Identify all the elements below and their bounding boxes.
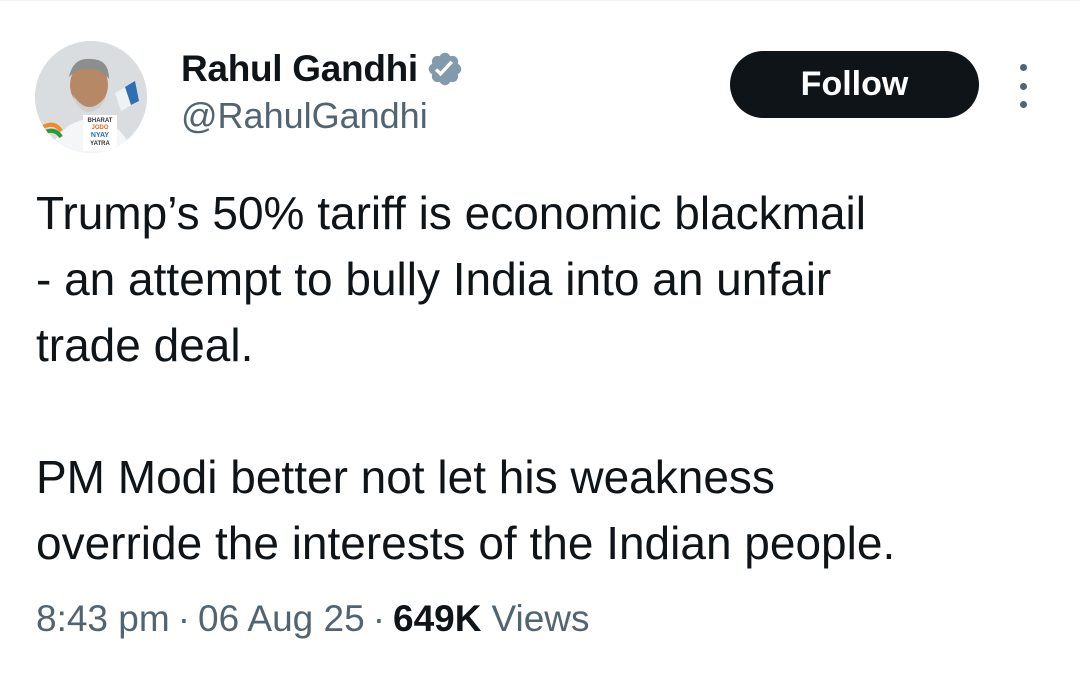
more-dot	[1019, 82, 1027, 90]
views-count: 649K	[393, 598, 482, 639]
more-dot	[1019, 64, 1027, 71]
more-dot	[1019, 101, 1027, 108]
author-name-row: Rahul Gandhi	[181, 45, 464, 93]
follow-button[interactable]: Follow	[730, 51, 979, 118]
tweet-paragraph-2: PM Modi better not let his weakness over…	[36, 451, 896, 569]
tweet-paragraph-1: Trump’s 50% tariff is economic blackmail…	[36, 187, 866, 371]
display-name[interactable]: Rahul Gandhi	[181, 48, 418, 90]
top-divider	[0, 0, 1080, 1]
meta-separator: ·	[177, 598, 191, 639]
avatar-badge-line-3: NYAY	[91, 132, 109, 139]
avatar-badge-line-1: BHARAT	[88, 118, 113, 124]
avatar-badge-line-4: YATRA	[90, 141, 110, 147]
avatar-badge-line-2: JODO	[91, 125, 108, 131]
avatar-image: BHARAT JODO NYAY YATRA	[35, 41, 147, 153]
more-vertical-icon[interactable]	[1006, 64, 1040, 108]
tweet-text: Trump’s 50% tariff is economic blackmail…	[36, 180, 1056, 576]
meta-separator: ·	[372, 598, 386, 639]
tweet-time[interactable]: 8:43 pm	[36, 598, 170, 640]
tweet-meta: 8:43 pm · 06 Aug 25 · 649K Views	[36, 598, 590, 640]
views-label: Views	[491, 598, 590, 639]
avatar[interactable]: BHARAT JODO NYAY YATRA	[35, 41, 147, 153]
author-handle[interactable]: @RahulGandhi	[181, 95, 428, 137]
tweet-date[interactable]: 06 Aug 25	[198, 598, 365, 640]
verified-badge-icon[interactable]	[426, 50, 464, 88]
